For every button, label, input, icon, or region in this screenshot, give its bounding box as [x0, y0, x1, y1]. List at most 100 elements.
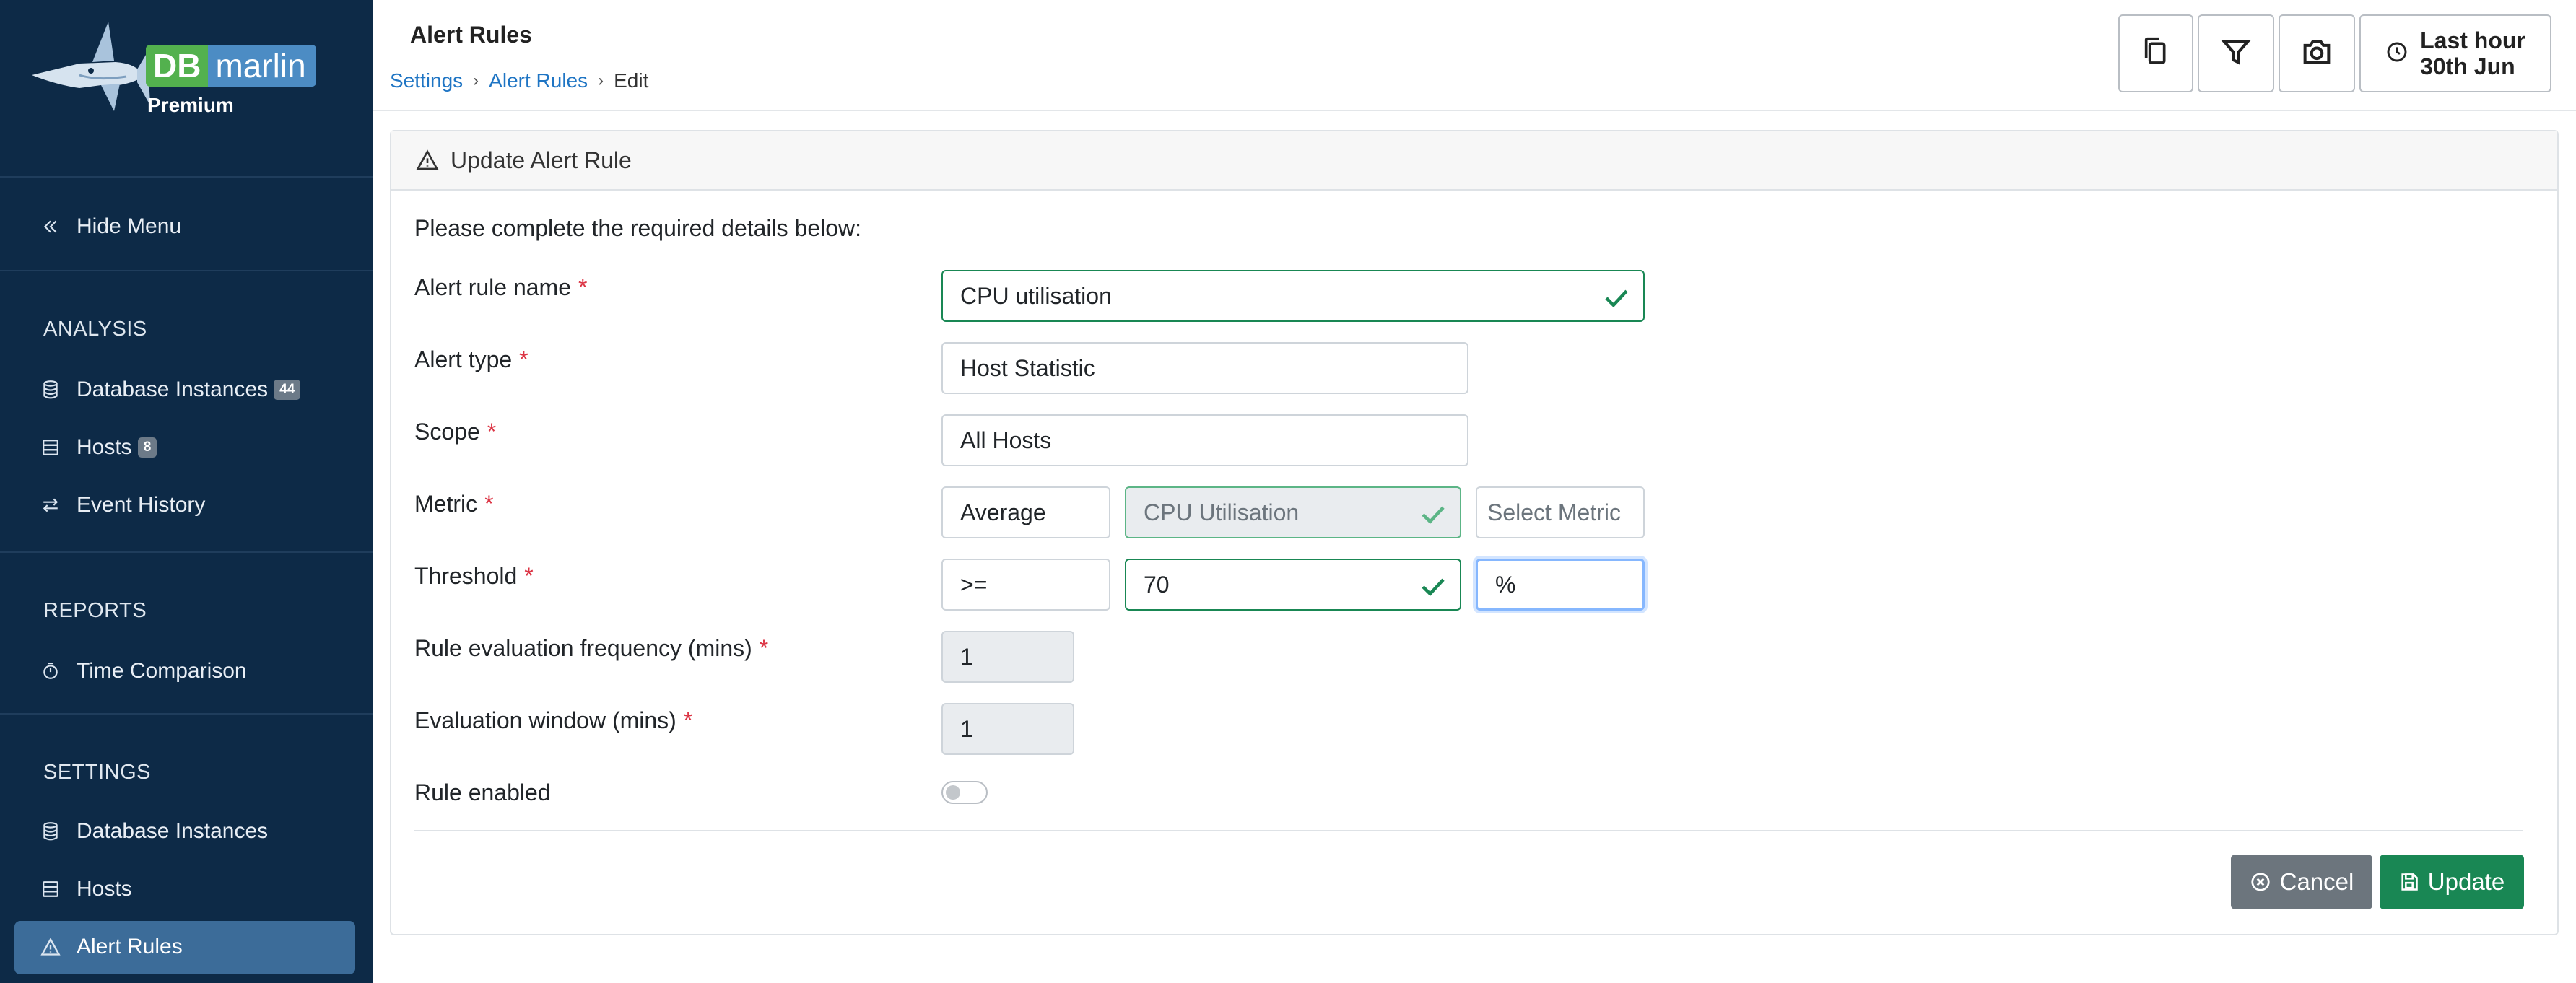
filter-button[interactable]: [2198, 14, 2274, 92]
input-value: 1: [960, 643, 973, 670]
marlin-fish-icon: [32, 22, 150, 111]
threshold-unit-input[interactable]: %: [1476, 559, 1645, 611]
double-chevron-left-icon: [39, 215, 62, 238]
check-icon: [1604, 287, 1629, 314]
select-value: >=: [960, 571, 988, 598]
select-value: All Hosts: [960, 427, 1052, 453]
sidebar-item-database-instances[interactable]: Database Instances 44: [39, 370, 301, 410]
dbmarlin-logo[interactable]: DB marlin Premium: [29, 19, 316, 120]
label-text: Alert type: [414, 346, 513, 372]
copy-button[interactable]: [2118, 14, 2193, 92]
check-icon: [1421, 576, 1445, 603]
sidebar-divider: [0, 270, 373, 271]
sidebar-item-time-comparison[interactable]: Time Comparison: [39, 651, 247, 691]
logo-marlin-text: marlin: [208, 45, 316, 87]
sidebar-item-settings-database-instances[interactable]: Database Instances: [39, 811, 268, 852]
time-range-button[interactable]: Last hour 30th Jun: [2359, 14, 2551, 92]
sidebar-item-label: Hosts: [77, 435, 132, 459]
edition-label: Premium: [147, 94, 234, 116]
host-count-badge: 8: [137, 437, 157, 458]
rule-enabled-toggle[interactable]: [941, 781, 988, 804]
chevron-right-icon: ›: [473, 71, 479, 90]
required-asterisk: *: [578, 274, 588, 300]
warning-triangle-icon: [39, 935, 62, 958]
breadcrumb-current: Edit: [614, 69, 649, 92]
server-icon: [39, 436, 62, 459]
alert-rule-name-input[interactable]: CPU utilisation: [941, 270, 1645, 322]
form-intro-text: Please complete the required details bel…: [414, 215, 862, 241]
label-text: Threshold: [414, 563, 518, 589]
input-value: CPU utilisation: [960, 282, 1112, 309]
sidebar: DB marlin Premium Hide Menu ANALYSIS Dat…: [0, 0, 373, 983]
server-icon: [39, 878, 62, 901]
sidebar-divider: [0, 713, 373, 715]
filter-icon: [2220, 36, 2252, 71]
sidebar-item-label: Database Instances: [77, 819, 269, 843]
metric-value-field: CPU Utilisation: [1125, 486, 1461, 538]
cancel-button[interactable]: Cancel: [2231, 855, 2372, 909]
circle-x-icon: [2251, 873, 2270, 891]
form-divider: [414, 830, 2523, 831]
clock-icon: [2385, 40, 2409, 67]
threshold-value-input[interactable]: 70: [1125, 559, 1461, 611]
required-asterisk: *: [487, 419, 497, 445]
instance-count-badge: 44: [274, 380, 301, 400]
threshold-operator-select[interactable]: >=: [941, 559, 1110, 611]
header-divider: [373, 110, 2576, 111]
input-value: 1: [960, 715, 973, 742]
update-alert-rule-card: Update Alert Rule: [390, 130, 2559, 935]
sidebar-item-event-history[interactable]: Event History: [39, 485, 205, 525]
card-header: Update Alert Rule: [391, 131, 2557, 191]
rule-enabled-label: Rule enabled: [414, 779, 551, 805]
select-placeholder: Select Metric: [1487, 499, 1621, 525]
label-text: Metric: [414, 491, 478, 517]
time-range-line2: 30th Jun: [2420, 53, 2515, 79]
sidebar-item-hosts[interactable]: Hosts 8: [39, 427, 157, 468]
snapshot-button[interactable]: [2279, 14, 2355, 92]
metric-label: Metric *: [414, 491, 494, 517]
required-asterisk: *: [519, 346, 528, 372]
hide-menu-button[interactable]: Hide Menu: [39, 206, 181, 247]
database-icon: [39, 378, 62, 401]
breadcrumb-alert-rules-link[interactable]: Alert Rules: [489, 69, 588, 92]
alert-rule-name-label: Alert rule name *: [414, 274, 587, 301]
section-title-analysis: ANALYSIS: [43, 318, 147, 341]
section-title-settings: SETTINGS: [43, 761, 152, 784]
sidebar-item-label: Event History: [77, 493, 206, 517]
update-button[interactable]: Update: [2380, 855, 2524, 909]
input-value: CPU Utilisation: [1144, 499, 1300, 525]
label-text: Evaluation window (mins): [414, 707, 676, 733]
required-asterisk: *: [683, 707, 693, 733]
chevron-right-icon: ›: [598, 71, 604, 90]
time-range-label: Last hour 30th Jun: [2420, 27, 2525, 79]
label-text: Alert rule name: [414, 274, 571, 300]
logo-wordmark: DB marlin: [146, 45, 316, 87]
evaluation-frequency-input: 1: [941, 631, 1074, 683]
scope-label: Scope *: [414, 419, 496, 445]
sidebar-item-label: Time Comparison: [77, 659, 247, 683]
database-icon: [39, 820, 62, 843]
time-range-line1: Last hour: [2420, 27, 2525, 53]
hide-menu-label: Hide Menu: [77, 214, 182, 238]
logo-db-text: DB: [146, 45, 209, 87]
threshold-label: Threshold *: [414, 563, 534, 590]
scope-select[interactable]: All Hosts: [941, 414, 1468, 466]
warning-triangle-icon: [416, 149, 439, 171]
metric-aggregate-select[interactable]: Average: [941, 486, 1110, 538]
copy-icon: [2141, 36, 2170, 71]
sidebar-item-label: Database Instances: [77, 377, 269, 401]
section-title-reports: REPORTS: [43, 599, 147, 622]
sidebar-item-alert-rules[interactable]: Alert Rules: [39, 927, 183, 967]
label-text: Rule evaluation frequency (mins): [414, 635, 752, 661]
sidebar-item-settings-hosts[interactable]: Hosts: [39, 869, 132, 909]
alert-type-select[interactable]: Host Statistic: [941, 342, 1468, 394]
sidebar-item-label: Alert Rules: [77, 935, 183, 958]
select-metric-dropdown[interactable]: Select Metric: [1476, 486, 1645, 538]
required-asterisk: *: [524, 563, 534, 589]
required-asterisk: *: [484, 491, 494, 517]
evaluation-window-label: Evaluation window (mins) *: [414, 707, 692, 734]
breadcrumb-settings-link[interactable]: Settings: [390, 69, 463, 92]
toggle-knob: [946, 785, 960, 800]
update-label: Update: [2427, 868, 2505, 895]
card-title: Update Alert Rule: [451, 147, 632, 173]
